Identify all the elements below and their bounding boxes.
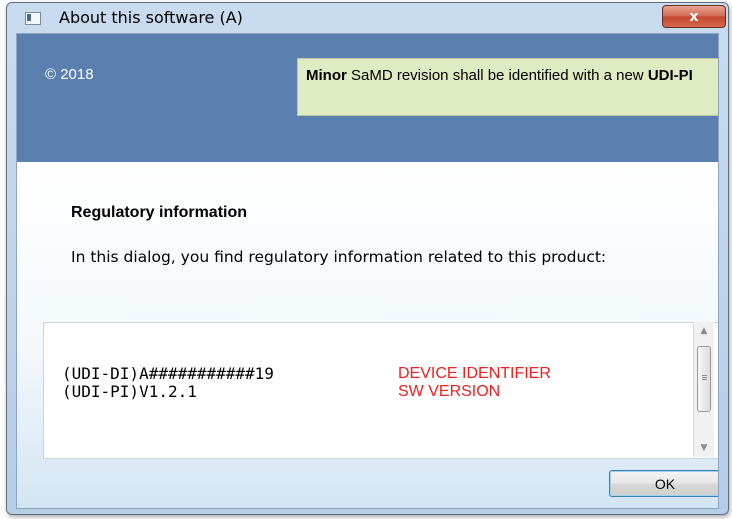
revision-note: Minor SaMD revision shall be identified … [297,58,718,116]
note-text: SaMD revision shall be identified with a… [346,67,648,84]
note-bold-udipi: UDI-PI [647,67,693,84]
regulatory-info-box[interactable]: (UDI-DI)A###########19 DEVICE IDENTIFIER… [43,322,718,459]
regulatory-description: In this dialog, you find regulatory info… [71,248,607,266]
scroll-down-arrow-icon[interactable]: ▼ [694,439,714,457]
regulatory-heading: Regulatory information [71,204,248,221]
note-bold-minor: Minor [306,67,347,84]
scroll-up-arrow-icon[interactable]: ▲ [694,322,714,340]
close-button[interactable]: x [662,5,726,28]
sw-version-label: SW VERSION [398,383,501,400]
copyright-text: © 2018 [45,66,94,83]
udi-pi-value: (UDI-PI)V1.2.1 [62,382,197,401]
info-scrollbar[interactable]: ▲ ▼ [693,322,714,457]
udi-di-value: (UDI-DI)A###########19 [62,364,274,383]
title-bar[interactable]: About this software (A) x [7,3,728,33]
scrollbar-thumb[interactable] [697,346,711,412]
about-dialog-window: About this software (A) x © 2018 Minor S… [6,2,729,515]
app-window-icon [25,12,41,25]
grip-icon [702,375,707,376]
device-identifier-label: DEVICE IDENTIFIER [398,365,551,382]
window-title: About this software (A) [59,8,243,27]
header-band: © 2018 Minor SaMD revision shall be iden… [17,34,718,162]
ok-button[interactable]: OK [609,470,718,497]
close-icon: x [689,8,699,25]
dialog-client-area: © 2018 Minor SaMD revision shall be iden… [16,33,719,509]
